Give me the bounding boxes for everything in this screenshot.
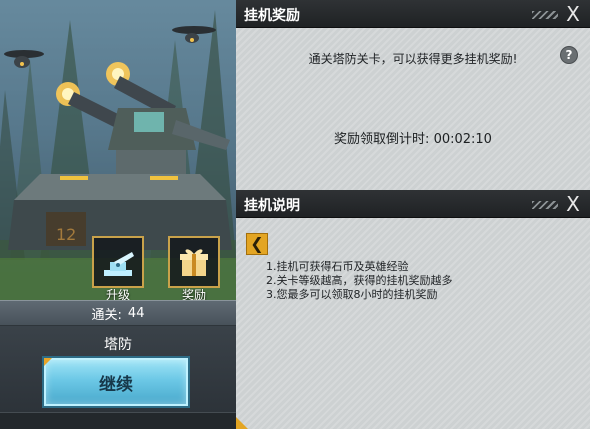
idle-reward-info-text: 通关塔防关卡，可以获得更多挂机奖励! [308, 52, 518, 66]
gift-icon [180, 249, 208, 276]
help-icon[interactable]: ? [560, 46, 578, 64]
upgrade-button[interactable] [92, 236, 144, 288]
panel-title: 挂机奖励 [244, 8, 300, 24]
back-arrow-icon[interactable]: ❮ [246, 233, 268, 255]
description-list: 1.挂机可获得石币及英雄经验 2.关卡等级越高，获得的挂机奖励越多 3.您最多可… [266, 260, 453, 302]
turret-plate-number: 12 [56, 225, 76, 244]
turret-upgrade-icon [104, 252, 134, 276]
stage-number: 44 [127, 305, 145, 321]
stage-progress-bar: 通关: 44 [0, 300, 236, 326]
countdown-label: 奖励领取倒计时: [334, 132, 430, 147]
stage-label: 通关: [91, 307, 122, 323]
reward-countdown: 奖励领取倒计时: 00:02:10 [236, 128, 590, 147]
continue-label: 继续 [99, 374, 133, 395]
drone-left-icon [4, 50, 44, 68]
drone-right-icon [172, 26, 216, 43]
panel-header: 挂机奖励 X [236, 0, 590, 28]
panel-header: 挂机说明 X [236, 190, 590, 218]
reward-button[interactable] [168, 236, 220, 288]
close-button[interactable]: X [562, 193, 584, 215]
header-hatch-decoration [532, 11, 558, 19]
description-line: 2.关卡等级越高，获得的挂机奖励越多 [266, 274, 453, 287]
corner-accent [44, 358, 52, 366]
description-line: 1.挂机可获得石币及英雄经验 [266, 260, 409, 273]
bottom-strip [0, 412, 236, 429]
panel-title: 挂机说明 [244, 198, 300, 214]
countdown-value: 00:02:10 [433, 132, 492, 147]
idle-description-panel: 挂机说明 X ❮ 1.挂机可获得石币及英雄经验 2.关卡等级越高，获得的挂机奖励… [236, 190, 590, 429]
idle-reward-panel: 挂机奖励 X 通关塔防关卡，可以获得更多挂机奖励! ? 奖励领取倒计时: 00:… [236, 0, 590, 190]
description-line: 3.您最多可以领取8小时的挂机奖励 [266, 288, 438, 301]
continue-button[interactable]: 继续 [44, 358, 188, 406]
game-view: 12 升级 奖励 通关: 44 塔防 继续 [0, 0, 236, 429]
close-button[interactable]: X [562, 3, 584, 25]
header-hatch-decoration [532, 201, 558, 209]
corner-accent [236, 417, 248, 429]
mode-label: 塔防 [104, 337, 132, 353]
